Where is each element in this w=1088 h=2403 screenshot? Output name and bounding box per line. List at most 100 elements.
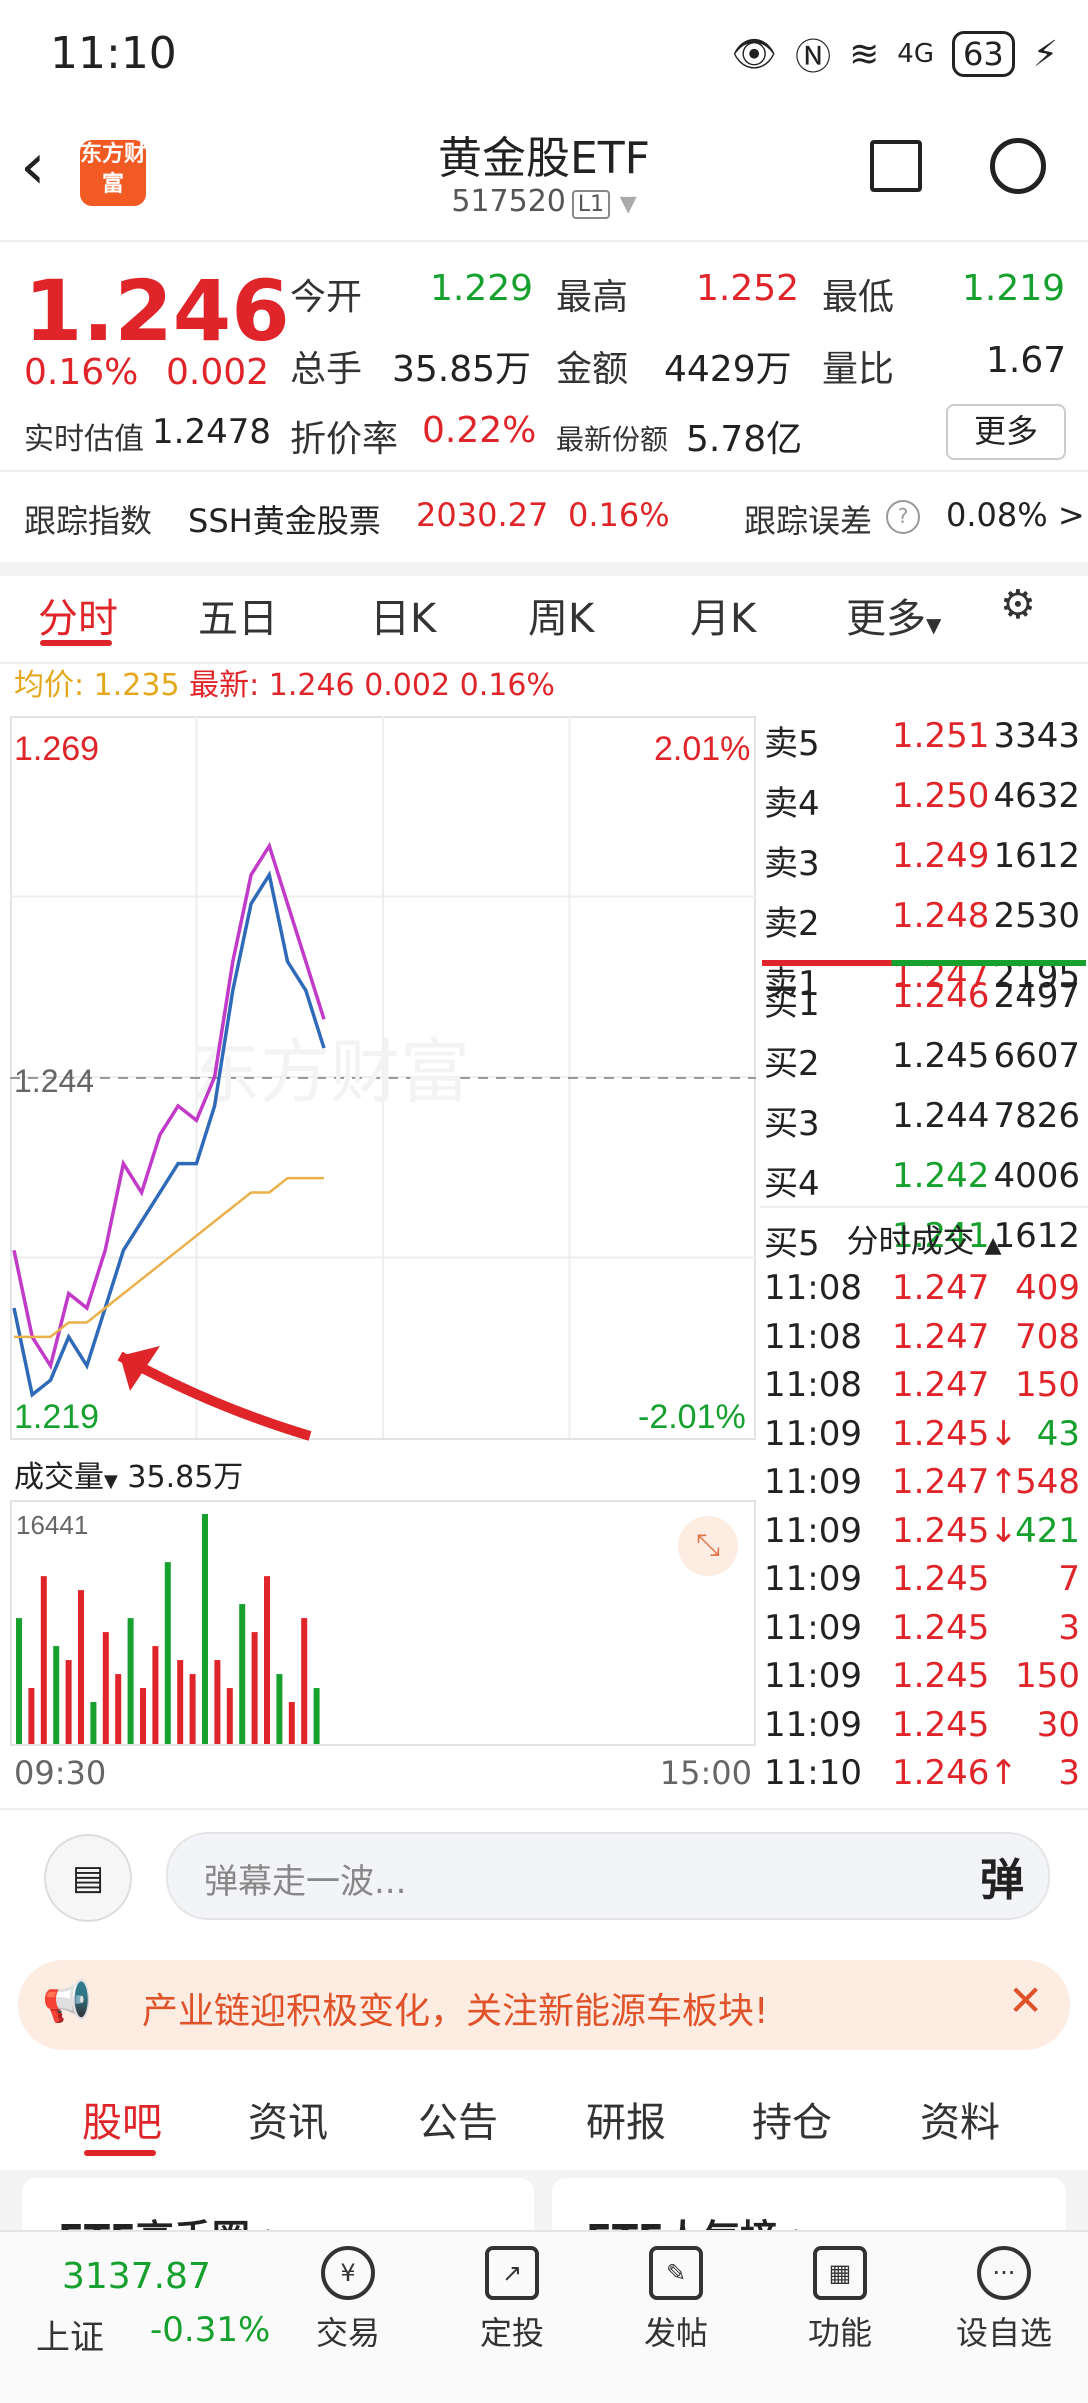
ticks-title[interactable]: 分时成交 ▲ [760,1206,1088,1262]
bottom-price-label: 1.219 [14,1398,99,1436]
low-label: 最低 [822,277,895,318]
tick-time: 11:08 [764,1316,862,1357]
card-etf-popular[interactable]: ETF人气榜 > [552,2178,1066,2230]
share-icon[interactable] [870,140,922,192]
volume-bar [152,1646,159,1744]
tab-profile[interactable]: 资料 [920,2090,1000,2148]
tick-price: 1.245↓ [892,1510,1018,1551]
close-icon[interactable]: ✕ [1008,1976,1043,2025]
more-button[interactable]: 更多 [946,404,1066,460]
chart-tabs: 分时 五日 日K 周K 月K 更多▼ ⚙ [0,572,1088,664]
tab-announcements[interactable]: 公告 [418,2090,498,2148]
latest-pct: 0.16% [459,668,555,703]
tab-daily-k[interactable]: 日K [370,586,436,644]
tracking-label: 跟踪指数 [24,502,153,540]
yen-icon: ¥ [321,2246,375,2300]
index-pct[interactable]: -0.31% [150,2310,270,2350]
caret-up-icon: ▲ [984,1233,1002,1258]
card-etf-experts-title: ETF高手圈 > [58,2208,295,2230]
volume-max-label: 16441 [16,1510,88,1540]
expand-icon[interactable]: ⤡ [678,1516,738,1576]
caret-down-icon: ▼ [926,613,942,637]
tick-vol: 421 [1015,1510,1080,1551]
nav-functions[interactable]: ▦ 功能 [770,2246,910,2354]
nfc-icon: Ⓝ [795,37,832,78]
barrage-settings-icon[interactable]: ▤ [44,1834,132,1922]
tab-research[interactable]: 研报 [586,2090,666,2148]
tick-vol: 150 [1015,1656,1080,1696]
index-value[interactable]: 3137.87 [62,2256,211,2297]
nav-watchlist-label: 设自选 [955,2314,1052,2352]
help-icon[interactable]: ? [886,500,920,534]
intraday-chart[interactable]: 东方财富 1.269 2.01% 1.244 1.219 -2.01% [10,716,756,1446]
tick-vol: 150 [1015,1365,1080,1405]
caret-down-icon: ▼ [104,1471,118,1492]
time-end: 15:00 [659,1754,752,1792]
megaphone-icon: 📢 [42,1979,92,2025]
tracking-error-label: 跟踪误差 [744,502,873,540]
intraday-chart-svg: 东方财富 1.269 2.01% 1.244 1.219 -2.01% [10,716,756,1441]
ask-price: 1.249 [892,836,990,876]
tick-time: 11:09 [764,1656,862,1696]
tracking-error-value: 0.08% > [946,496,1085,534]
high-label: 最高 [556,277,629,318]
ratio-label: 量比 [822,349,895,390]
tick-time: 11:08 [764,1268,862,1308]
latest-change: 0.002 [364,668,451,703]
barrage-button[interactable]: 弹 [980,1844,1024,1908]
card-etf-experts[interactable]: ETF高手圈 > [22,2178,534,2230]
index-name[interactable]: 上证 [36,2310,104,2359]
tab-monthly-k[interactable]: 月K [690,586,756,644]
volume-selector[interactable]: 成交量▼ 35.85万 [14,1452,243,1496]
bid-label: 买4 [764,1164,820,1204]
stock-code[interactable]: 517520 L1 ▼ [0,184,1088,219]
bid-vol: 6607 [993,1036,1080,1076]
tracking-row[interactable]: 跟踪指数 SSH黄金股票 2030.27 0.16% 跟踪误差 ? 0.08% … [0,470,1088,576]
stock-header: ‹ 东方财富 黄金股ETF 517520 L1 ▼ [0,110,1088,240]
nav-post[interactable]: ✎ 发帖 [606,2246,746,2354]
amt-label: 金额 [556,349,629,390]
tab-five-day[interactable]: 五日 [198,586,278,644]
watermark: 东方财富 [190,1033,470,1111]
shares-value: 5.78亿 [686,419,803,460]
volume-bar [214,1660,221,1744]
ask-price: 1.248 [892,896,990,936]
search-icon[interactable] [990,138,1046,194]
ask-price: 1.251 [892,716,990,756]
tab-weekly-k[interactable]: 周K [528,586,594,644]
nav-invest[interactable]: ↗ 定投 [442,2246,582,2354]
barrage-placeholder: 弹幕走一波... [204,1862,407,1902]
volume-bar [140,1688,146,1744]
barrage-input[interactable]: 弹幕走一波... 弹 [166,1832,1050,1920]
order-book: 卖5 1.251 3343 卖4 1.250 4632 卖3 1.249 1612 卖2 1.248… [760,716,1088,1796]
promo-banner[interactable]: 📢 产业链迎积极变化，关注新能源车板块! ✕ [18,1960,1070,2050]
page-title: 黄金股ETF [438,133,650,184]
nav-trade[interactable]: ¥ 交易 [278,2246,418,2354]
avg-value: 1.235 [93,668,180,703]
barrage-bar: ▤ 弹幕走一波... 弹 [0,1808,1088,1922]
tab-intraday[interactable]: 分时 [38,586,118,644]
gear-icon[interactable]: ⚙ [1000,582,1036,628]
tick-time: 11:09 [764,1413,862,1454]
price-line [12,870,326,1398]
tick-vol: 3 [1058,1753,1080,1793]
tab-more[interactable]: 更多▼ [846,586,941,644]
edit-icon: ✎ [649,2246,703,2300]
ask-label: 卖2 [764,904,820,944]
bid-price: 1.244 [892,1096,990,1136]
ask-vol: 3343 [993,716,1080,756]
tracking-index-name: SSH黄金股票 [188,502,381,540]
tick-price: 1.246↑ [892,1753,1018,1793]
content-tabs: 股吧 资讯 公告 研报 持仓 资料 [0,2060,1088,2172]
tab-forum[interactable]: 股吧 [82,2090,162,2148]
mid-price-label: 1.244 [14,1063,94,1099]
nav-functions-label: 功能 [807,2314,872,2352]
tab-holdings[interactable]: 持仓 [752,2090,832,2148]
nav-watchlist[interactable]: ··· 设自选 [934,2246,1074,2354]
change-value: 0.002 [166,352,270,393]
tick-price: 1.247 [892,1316,990,1357]
ticks-title-label: 分时成交 [846,1222,975,1260]
chart-icon: ↗ [485,2246,539,2300]
tab-news[interactable]: 资讯 [248,2090,328,2148]
ratio-value: 1.67 [986,340,1067,381]
